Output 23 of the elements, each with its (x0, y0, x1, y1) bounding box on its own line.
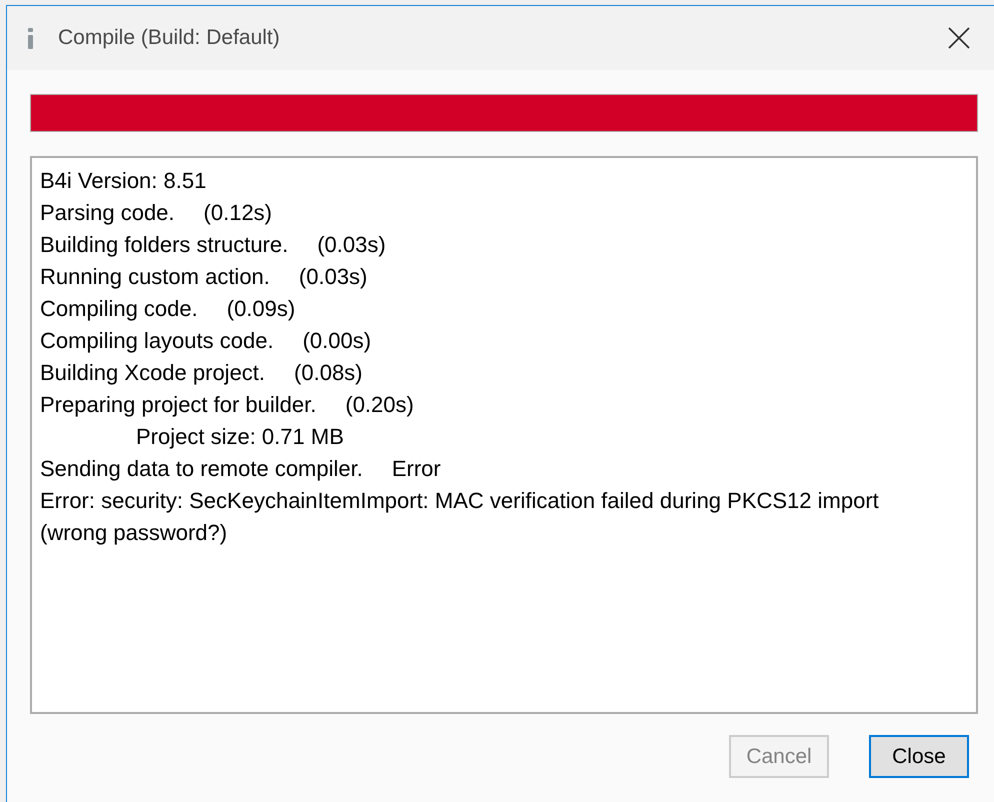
info-icon (27, 28, 35, 48)
log-message: Preparing project for builder. (40, 391, 316, 419)
log-message: Parsing code. (40, 199, 175, 227)
log-result: (0.03s) (317, 231, 386, 259)
log-message: Project size: 0.71 MB (136, 423, 344, 451)
log-message: B4i Version: 8.51 (40, 167, 206, 195)
log-message: Building Xcode project. (40, 359, 266, 387)
log-result: (0.03s) (298, 263, 368, 291)
log-result: (0.08s) (294, 359, 363, 387)
window-title: Compile (Build: Default) (58, 26, 281, 50)
log-message: Sending data to remote compiler. (40, 455, 363, 483)
log-message: Building folders structure. (40, 231, 288, 259)
log-result: (0.12s) (204, 199, 272, 227)
close-icon (948, 27, 970, 49)
log-message: Running custom action. (40, 263, 270, 291)
log-message: Compiling layouts code. (40, 327, 274, 355)
log-result: Error (392, 455, 441, 483)
log-message: Error: security: SecKeychainItemImport: MAC verification failed during PKCS12 import (wrong password?) (40, 487, 880, 547)
close-dialog-button[interactable]: Close (869, 735, 969, 778)
log-result: (0.20s) (345, 391, 414, 419)
log-result: (0.09s) (226, 295, 296, 323)
log-result: (0.00s) (302, 327, 372, 355)
log-message: Compiling code. (40, 295, 198, 323)
